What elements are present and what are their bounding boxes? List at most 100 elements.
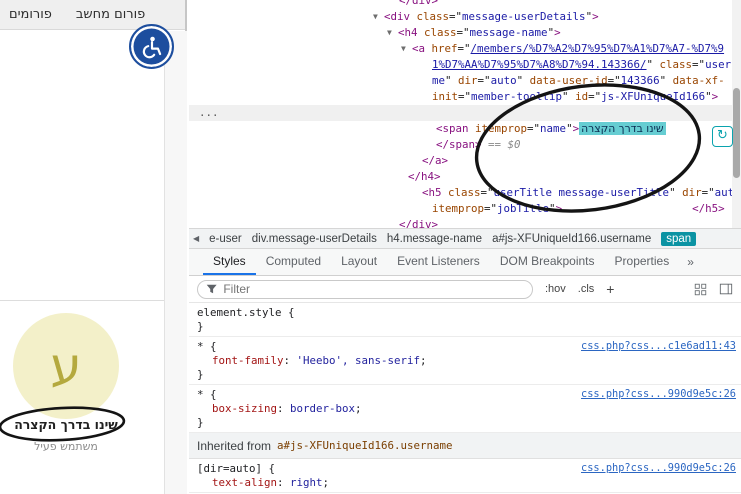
style-rule: css.php?css...c1e6ad11:43* {font-family:… <box>189 337 741 385</box>
tab-styles[interactable]: Styles <box>203 249 256 275</box>
code-token: " <box>647 58 660 71</box>
tree-row[interactable]: <span itemprop="name">שינו בדרך הקצרה <box>189 121 741 137</box>
tree-row[interactable]: ... <box>189 105 741 121</box>
breadcrumb-items: e-user div.message-userDetails h4.message-… <box>209 232 696 246</box>
avatar-letter: ע <box>50 337 81 395</box>
style-rule: element.style {} <box>189 303 741 337</box>
code-token: itemprop <box>432 202 484 215</box>
scrollbar-thumb[interactable] <box>733 88 740 178</box>
tree-row[interactable]: ▼<h4 class="message-name"> <box>189 25 741 41</box>
breadcrumb-item[interactable]: h4.message-name <box>387 233 482 245</box>
breadcrumb-item[interactable]: a#js-XFUniqueId166.username <box>492 233 651 245</box>
tree-row[interactable]: 1%D7%AA%D7%95%D7%A8%D7%94.143366/" class… <box>189 57 741 73</box>
style-rule: css.php?css...990d9e5c:26[dir=auto] {tex… <box>189 459 741 493</box>
code-token: 1%D7%AA%D7%95%D7%A8%D7%94.143366/ <box>432 58 647 71</box>
css-token: 'Heebo', sans-serif <box>297 354 421 367</box>
content-divider <box>0 300 164 301</box>
tree-row[interactable]: </span> == $0 <box>189 137 741 153</box>
tab-overflow-button[interactable]: » <box>679 249 702 275</box>
expand-arrow-icon[interactable]: ▼ <box>373 9 384 25</box>
code-token: userTitle message-userTitle <box>494 186 670 199</box>
tree-row[interactable]: ▼<a href="/members/%D7%A2%D7%95%D7%A1%D7… <box>189 41 741 57</box>
accessibility-button[interactable] <box>129 24 174 69</box>
tree-row[interactable]: <h5 class="userTitle message-userTitle" … <box>189 185 741 201</box>
code-token: class <box>418 26 457 39</box>
styles-tab-bar: StylesComputedLayoutEvent ListenersDOM B… <box>189 249 741 276</box>
code-token: =" <box>527 122 540 135</box>
code-token: message-name <box>470 26 548 39</box>
tab-computed[interactable]: Computed <box>256 249 331 275</box>
code-token: js-XFUniqueId166 <box>601 90 705 103</box>
breadcrumb-item[interactable]: div.message-userDetails <box>252 233 377 245</box>
breadcrumb-item[interactable]: span <box>661 232 696 246</box>
code-token: data-xf- <box>673 74 725 87</box>
code-token: =" <box>608 74 621 87</box>
toggle-element-state-button[interactable]: :hov <box>545 283 566 295</box>
tree-lines: </div>▼<div class="message-userDetails">… <box>189 0 741 228</box>
tree-row[interactable]: </div> <box>189 0 741 9</box>
refresh-button[interactable]: ↻ <box>712 126 733 147</box>
code-token: message-userDetails <box>462 10 586 23</box>
code-token: " <box>445 74 458 87</box>
stylesheet-link[interactable]: css.php?css...990d9e5c:26 <box>581 388 736 400</box>
code-token: =" <box>458 42 471 55</box>
user-avatar[interactable]: ע <box>13 313 119 419</box>
tree-row[interactable]: </div> <box>189 217 741 228</box>
tab-computer-forum[interactable]: פורום מחשב <box>76 7 145 22</box>
code-token: href <box>425 42 458 55</box>
css-token: ; <box>420 354 427 367</box>
expand-arrow-icon[interactable]: ▼ <box>387 25 398 41</box>
grid-icon-button[interactable] <box>694 283 707 296</box>
tab-event-listeners[interactable]: Event Listeners <box>387 249 490 275</box>
code-token: " <box>669 186 682 199</box>
element-classes-button[interactable]: .cls <box>578 283 595 295</box>
grid-icon <box>694 283 707 296</box>
code-token: class <box>660 58 693 71</box>
panel-icon-button[interactable] <box>719 282 733 296</box>
filter-text-input[interactable] <box>223 282 524 296</box>
code-token: dir <box>458 74 478 87</box>
tab-dom-breakpoints[interactable]: DOM Breakpoints <box>490 249 605 275</box>
tree-row[interactable]: itemprop="jobTitle"> </h5> <box>189 201 741 217</box>
tree-row[interactable]: </h4> <box>189 169 741 185</box>
css-token: ; <box>355 402 362 415</box>
code-token: > <box>592 10 599 23</box>
code-token: </div> <box>399 218 438 228</box>
code-token: <span <box>436 122 469 135</box>
breadcrumb-back-icon[interactable]: ◀ <box>193 234 199 243</box>
code-token: <a <box>412 42 425 55</box>
expand-arrow-icon[interactable]: ▼ <box>401 41 412 57</box>
filter-input[interactable] <box>197 280 533 299</box>
tree-row[interactable]: ▼<div class="message-userDetails"> <box>189 9 741 25</box>
css-property[interactable]: text-align: right; <box>197 476 735 490</box>
code-token: =" <box>478 74 491 87</box>
tree-row[interactable]: init="member-tooltip" id="js-XFUniqueId1… <box>189 89 741 105</box>
css-token: font-family <box>212 354 284 367</box>
css-token: right <box>290 476 323 489</box>
code-token: name <box>540 122 566 135</box>
stylesheet-link[interactable]: css.php?css...c1e6ad11:43 <box>581 340 736 352</box>
stylesheet-link[interactable]: css.php?css...990d9e5c:26 <box>581 462 736 474</box>
code-token: <div <box>384 10 410 23</box>
css-property[interactable]: box-sizing: border-box; <box>197 402 735 416</box>
code-token: > <box>554 26 561 39</box>
code-token: itemprop <box>469 122 528 135</box>
post-author-username[interactable]: שינו בדרך הקצרה <box>0 417 132 432</box>
code-token: =" <box>588 90 601 103</box>
tab-forums[interactable]: פורומים <box>9 7 52 22</box>
code-token <box>562 202 692 215</box>
truncation-ellipsis: ... <box>199 106 219 119</box>
css-property[interactable]: font-family: 'Heebo', sans-serif; <box>197 354 735 368</box>
code-token: </h4> <box>408 170 441 183</box>
tab-properties[interactable]: Properties <box>605 249 680 275</box>
tab-layout[interactable]: Layout <box>331 249 387 275</box>
styles-pane: element.style {}css.php?css...c1e6ad11:4… <box>189 303 741 494</box>
tree-row[interactable]: me" dir="auto" data-user-id="143366" dat… <box>189 73 741 89</box>
code-token: class <box>442 186 481 199</box>
code-token: > <box>712 90 719 103</box>
rule-close-brace: } <box>197 320 735 334</box>
new-style-rule-button[interactable]: + <box>606 281 614 297</box>
breadcrumb-item[interactable]: e-user <box>209 233 242 245</box>
tree-row[interactable]: </a> <box>189 153 741 169</box>
inherited-selector-link[interactable]: a#js-XFUniqueId166.username <box>277 439 453 452</box>
